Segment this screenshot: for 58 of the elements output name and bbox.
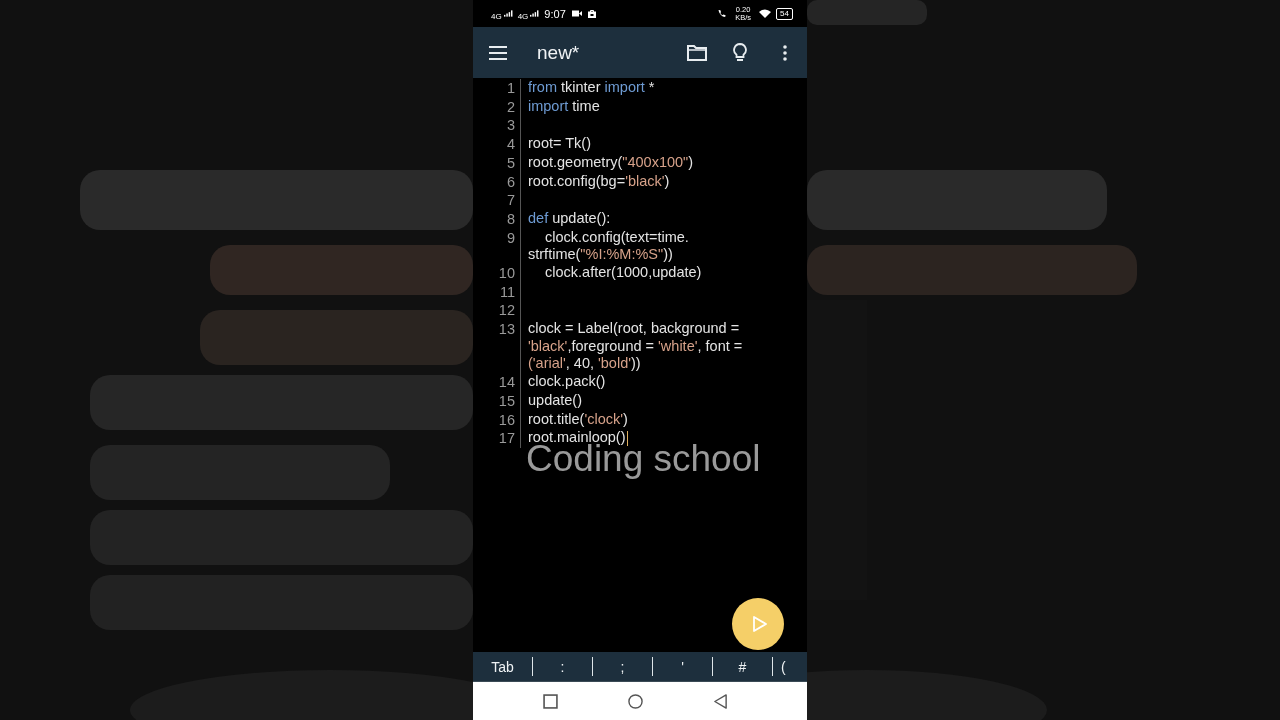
line-number: 12 xyxy=(498,302,515,319)
line-number: 15 xyxy=(498,392,515,409)
signal-icon xyxy=(530,10,540,17)
signal-icon xyxy=(503,10,513,17)
lightbulb-icon[interactable] xyxy=(733,42,747,63)
line-number: 5 xyxy=(506,154,515,171)
code-line: clock.after(1000,update) xyxy=(545,264,702,282)
code-line: clock.config(text=time. xyxy=(545,228,689,247)
code-line: update() xyxy=(528,391,582,410)
file-title: new* xyxy=(537,41,580,64)
line-number: 7 xyxy=(506,192,515,209)
menu-icon[interactable] xyxy=(489,45,507,60)
line-number: 2 xyxy=(506,98,515,115)
line-number: 16 xyxy=(498,411,515,428)
line-number: 14 xyxy=(498,374,515,391)
code-line: root.geometry("400x100") xyxy=(528,153,694,172)
code-line: ('arial', 40, 'bold')) xyxy=(528,355,641,374)
line-number: 17 xyxy=(498,430,515,447)
shopping-bag-icon xyxy=(586,9,597,18)
phone-call-icon xyxy=(717,9,728,18)
line-number: 13 xyxy=(498,321,515,338)
battery-indicator: 54 xyxy=(776,7,793,20)
code-line: clock = Label(root, background = xyxy=(528,320,740,338)
folder-icon[interactable] xyxy=(687,44,707,61)
code-line: clock.pack() xyxy=(528,373,606,391)
code-line: def update(): xyxy=(528,209,611,228)
code-line: root= Tk() xyxy=(528,135,591,153)
more-options-icon[interactable] xyxy=(783,44,787,61)
wifi-icon xyxy=(759,9,772,18)
network-label: 4G xyxy=(517,12,529,21)
run-button[interactable] xyxy=(732,598,784,650)
code-line: from tkinter import * xyxy=(528,79,655,97)
line-number: 10 xyxy=(498,265,515,281)
home-icon[interactable] xyxy=(627,693,643,709)
code-line: 'black',foreground = 'white', font = xyxy=(528,337,743,356)
line-number: 8 xyxy=(506,210,515,227)
code-line: root.config(bg='black') xyxy=(528,172,670,191)
key-button[interactable]: ( xyxy=(773,657,786,676)
code-line: root.title('clock') xyxy=(528,410,628,429)
video-camera-icon xyxy=(571,9,582,18)
key-button[interactable]: ; xyxy=(593,657,653,676)
key-button[interactable]: Tab xyxy=(473,657,533,676)
key-button[interactable]: # xyxy=(713,657,773,676)
network-label: 4G xyxy=(491,12,502,21)
line-number: 1 xyxy=(506,80,515,96)
recent-apps-icon[interactable] xyxy=(542,693,558,709)
key-button[interactable]: : xyxy=(533,657,593,676)
code-line: import time xyxy=(528,97,600,116)
play-icon xyxy=(753,616,767,632)
line-number: 4 xyxy=(506,136,515,153)
line-number: 11 xyxy=(499,283,515,300)
line-number: 9 xyxy=(506,229,515,246)
line-number: 3 xyxy=(506,117,515,134)
code-line: strftime("%I:%M:%S")) xyxy=(528,246,673,264)
clock-time: 9:07 xyxy=(544,7,566,20)
line-number: 6 xyxy=(506,173,515,190)
key-button[interactable]: ' xyxy=(653,657,713,676)
back-icon[interactable] xyxy=(712,693,728,709)
